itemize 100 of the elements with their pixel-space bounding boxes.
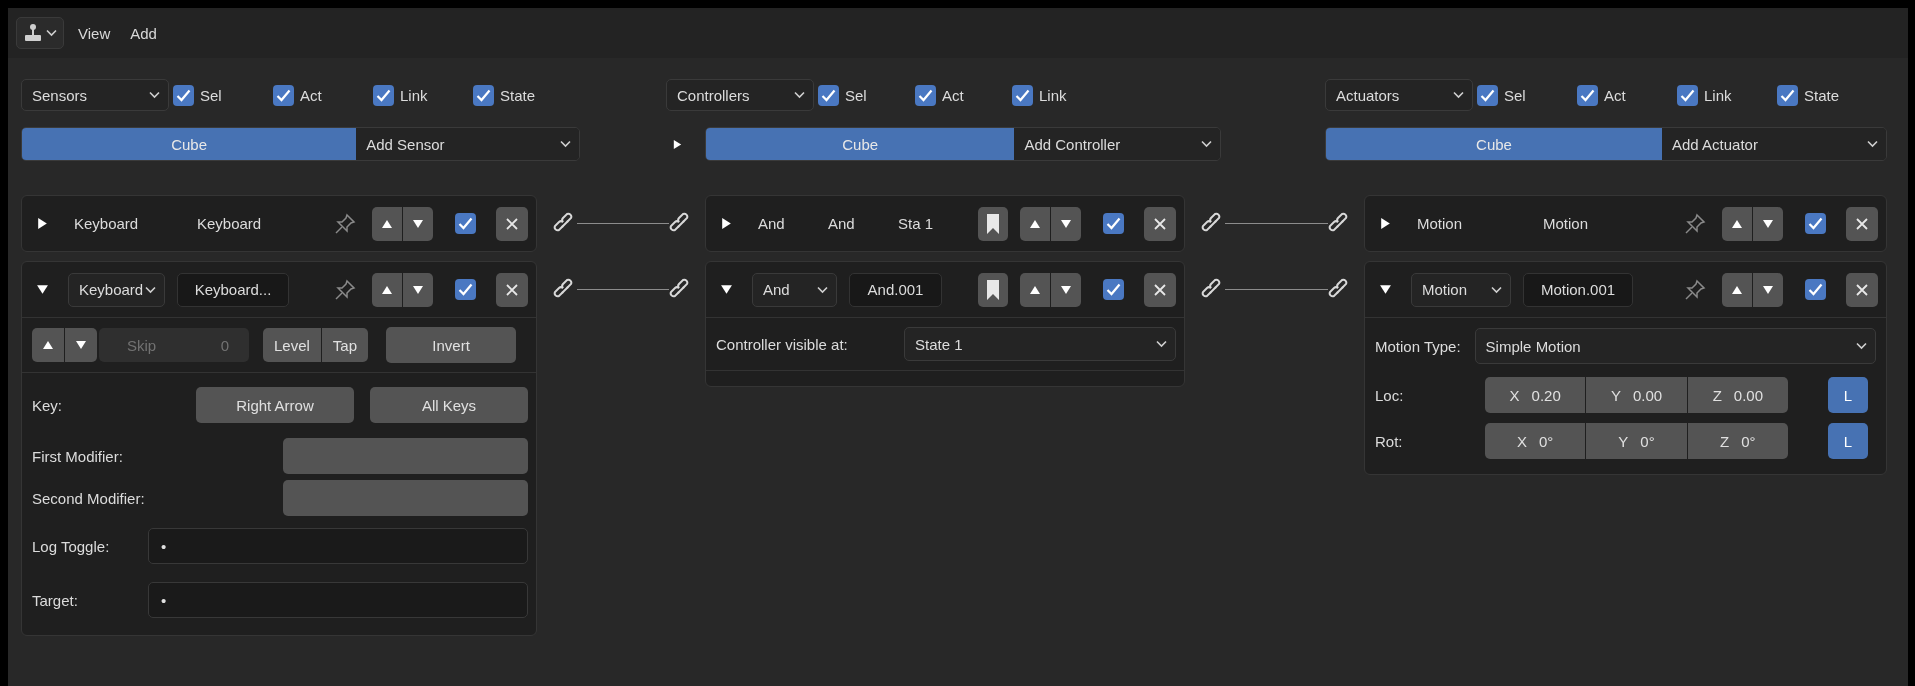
move-up-button[interactable] bbox=[1020, 272, 1050, 307]
key-button[interactable]: All Keys bbox=[370, 387, 528, 423]
column-dropdown[interactable]: Actuators bbox=[1325, 79, 1473, 111]
checkbox[interactable] bbox=[818, 84, 839, 106]
menu-item[interactable]: Add bbox=[124, 20, 163, 46]
checkbox-label: State bbox=[500, 86, 536, 104]
move-up-button[interactable] bbox=[372, 206, 402, 241]
checkbox[interactable] bbox=[173, 84, 194, 106]
add-dropdown[interactable]: Add Controller bbox=[1014, 128, 1220, 160]
checkbox-label: Link bbox=[1039, 86, 1067, 104]
modifier-field[interactable] bbox=[283, 438, 528, 474]
field-label: Target: bbox=[32, 591, 79, 609]
caret-icon bbox=[1201, 140, 1212, 148]
move-down-button[interactable] bbox=[1753, 272, 1783, 307]
state-dropdown[interactable]: State 1 bbox=[904, 327, 1176, 361]
close-button[interactable] bbox=[1846, 272, 1878, 307]
checkbox[interactable] bbox=[455, 279, 476, 300]
move-down-button[interactable] bbox=[403, 272, 433, 307]
triangle-down-icon bbox=[36, 283, 49, 296]
number-field[interactable]: Y 0.00 bbox=[1586, 377, 1687, 413]
checkbox[interactable] bbox=[373, 84, 394, 106]
move-down-button[interactable] bbox=[65, 328, 97, 362]
invert-button[interactable]: Invert bbox=[386, 327, 517, 363]
checkbox[interactable] bbox=[1103, 279, 1124, 300]
pin-icon[interactable] bbox=[1684, 278, 1706, 301]
brick-type-dropdown[interactable]: Keyboard bbox=[68, 272, 165, 307]
checkbox[interactable] bbox=[1805, 279, 1826, 300]
checkbox[interactable] bbox=[1103, 213, 1124, 234]
menu-item[interactable]: View bbox=[72, 20, 117, 46]
object-button[interactable]: Cube bbox=[706, 128, 1015, 160]
checkbox-label: Act bbox=[1604, 86, 1626, 104]
move-up-button[interactable] bbox=[1722, 206, 1752, 241]
caret-icon bbox=[149, 91, 160, 99]
close-button[interactable] bbox=[496, 206, 528, 241]
move-down-button[interactable] bbox=[1051, 206, 1081, 241]
number-field[interactable]: Y 0° bbox=[1586, 423, 1687, 459]
checkbox[interactable] bbox=[1677, 84, 1698, 106]
triangle-down-icon bbox=[1762, 217, 1774, 230]
state-label: Sta 1 bbox=[898, 215, 935, 232]
move-down-button[interactable] bbox=[1753, 206, 1783, 241]
checkbox-label: Sel bbox=[200, 86, 222, 104]
brick-type-label: Keyboard bbox=[74, 215, 140, 232]
brick-type-label: Motion bbox=[1417, 215, 1464, 232]
checkbox[interactable] bbox=[273, 84, 294, 106]
field-label: First Modifier: bbox=[32, 447, 123, 465]
object-button[interactable]: Cube bbox=[1326, 128, 1662, 160]
field-label: Controller visible at: bbox=[716, 335, 848, 353]
move-down-button[interactable] bbox=[403, 206, 433, 241]
close-button[interactable] bbox=[496, 272, 528, 307]
caret-icon bbox=[1856, 342, 1867, 350]
joystick-icon bbox=[23, 23, 43, 43]
brick-name-field[interactable]: Motion.001 bbox=[1523, 272, 1633, 307]
add-dropdown[interactable]: Add Actuator bbox=[1662, 128, 1886, 160]
move-up-button[interactable] bbox=[32, 328, 64, 362]
checkbox[interactable] bbox=[1477, 84, 1498, 106]
editor-type-button[interactable] bbox=[16, 17, 64, 49]
brick-type-dropdown[interactable]: Motion bbox=[1411, 272, 1511, 307]
brick-name-field[interactable]: And.001 bbox=[849, 272, 942, 307]
pin-icon[interactable] bbox=[334, 278, 356, 301]
toggle-button[interactable]: Tap bbox=[321, 328, 369, 362]
number-field[interactable]: X 0° bbox=[1485, 423, 1586, 459]
column-dropdown[interactable]: Sensors bbox=[21, 79, 169, 111]
local-toggle-button[interactable]: L bbox=[1828, 423, 1868, 459]
toggle-button[interactable]: Level bbox=[263, 328, 321, 362]
number-field[interactable]: Z 0.00 bbox=[1687, 377, 1788, 413]
modifier-field[interactable] bbox=[283, 480, 528, 516]
number-field[interactable]: X 0.20 bbox=[1485, 377, 1586, 413]
column-dropdown[interactable]: Controllers bbox=[666, 79, 814, 111]
pin-icon[interactable] bbox=[1684, 212, 1706, 235]
brick-type-dropdown[interactable]: And bbox=[752, 272, 837, 307]
move-up-button[interactable] bbox=[1722, 272, 1752, 307]
close-button[interactable] bbox=[1846, 206, 1878, 241]
close-button[interactable] bbox=[1144, 206, 1176, 241]
key-button[interactable]: Right Arrow bbox=[196, 387, 354, 423]
object-button[interactable]: Cube bbox=[22, 128, 357, 160]
triangle-down-icon bbox=[1379, 283, 1392, 296]
object-field[interactable]: • bbox=[148, 582, 528, 618]
caret-icon bbox=[794, 91, 805, 99]
checkbox[interactable] bbox=[1012, 84, 1033, 106]
close-button[interactable] bbox=[1144, 272, 1176, 307]
add-dropdown[interactable]: Add Sensor bbox=[356, 128, 579, 160]
checkbox[interactable] bbox=[455, 213, 476, 234]
number-field[interactable]: Z 0° bbox=[1687, 423, 1788, 459]
checkbox[interactable] bbox=[473, 84, 494, 106]
caret-icon bbox=[46, 29, 57, 37]
object-field[interactable]: • bbox=[148, 528, 528, 564]
local-toggle-button[interactable]: L bbox=[1828, 377, 1868, 413]
checkbox[interactable] bbox=[915, 84, 936, 106]
bookmark-button[interactable] bbox=[978, 206, 1008, 241]
brick-name-field[interactable]: Keyboard... bbox=[177, 272, 289, 307]
pin-icon[interactable] bbox=[334, 212, 356, 235]
move-up-button[interactable] bbox=[1020, 206, 1050, 241]
triangle-down-icon bbox=[720, 283, 733, 296]
checkbox[interactable] bbox=[1577, 84, 1598, 106]
move-down-button[interactable] bbox=[1051, 272, 1081, 307]
move-up-button[interactable] bbox=[372, 272, 402, 307]
checkbox[interactable] bbox=[1805, 213, 1826, 234]
motion-type-dropdown[interactable]: Simple Motion bbox=[1474, 328, 1876, 364]
bookmark-button[interactable] bbox=[978, 272, 1008, 307]
checkbox[interactable] bbox=[1777, 84, 1798, 106]
